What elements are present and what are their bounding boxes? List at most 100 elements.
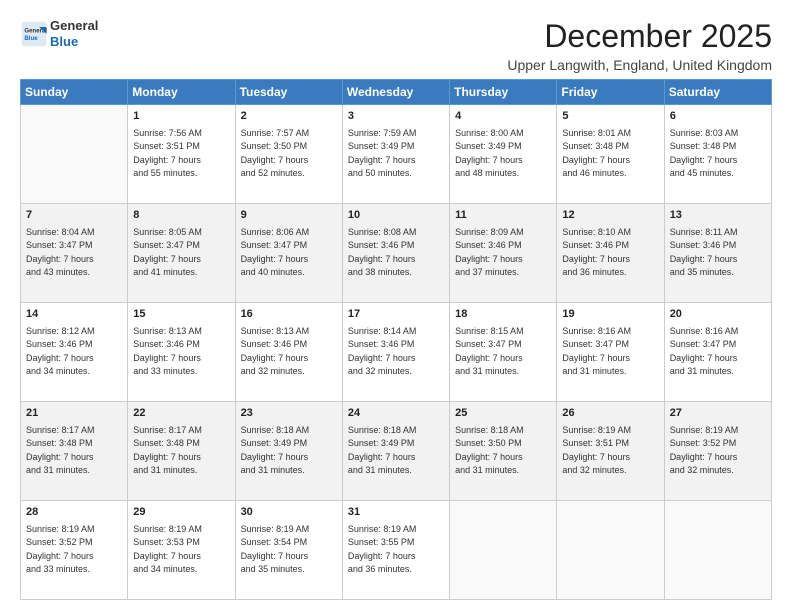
calendar-table: SundayMondayTuesdayWednesdayThursdayFrid… — [20, 79, 772, 600]
calendar-cell: 1 Sunrise: 7:56 AMSunset: 3:51 PMDaylight… — [128, 105, 235, 204]
day-number: 9 — [241, 208, 337, 224]
day-number: 4 — [455, 109, 551, 125]
day-info: Sunrise: 8:11 AMSunset: 3:46 PMDaylight:… — [670, 226, 766, 280]
day-number: 10 — [348, 208, 444, 224]
day-number: 12 — [562, 208, 658, 224]
day-info: Sunrise: 7:56 AMSunset: 3:51 PMDaylight:… — [133, 127, 229, 181]
calendar-cell — [450, 501, 557, 600]
calendar-cell: 28 Sunrise: 8:19 AMSunset: 3:52 PMDayligh… — [21, 501, 128, 600]
day-info: Sunrise: 8:03 AMSunset: 3:48 PMDaylight:… — [670, 127, 766, 181]
day-info: Sunrise: 8:08 AMSunset: 3:46 PMDaylight:… — [348, 226, 444, 280]
calendar-cell: 5 Sunrise: 8:01 AMSunset: 3:48 PMDaylight… — [557, 105, 664, 204]
day-number: 23 — [241, 406, 337, 422]
day-info: Sunrise: 8:19 AMSunset: 3:52 PMDaylight:… — [26, 523, 122, 577]
day-info: Sunrise: 8:04 AMSunset: 3:47 PMDaylight:… — [26, 226, 122, 280]
day-info: Sunrise: 8:19 AMSunset: 3:54 PMDaylight:… — [241, 523, 337, 577]
calendar-cell: 17 Sunrise: 8:14 AMSunset: 3:46 PMDayligh… — [342, 303, 449, 402]
logo-text: General Blue — [50, 18, 98, 49]
svg-text:Blue: Blue — [24, 35, 38, 42]
calendar-cell: 30 Sunrise: 8:19 AMSunset: 3:54 PMDayligh… — [235, 501, 342, 600]
day-info: Sunrise: 8:12 AMSunset: 3:46 PMDaylight:… — [26, 325, 122, 379]
day-number: 3 — [348, 109, 444, 125]
logo: General Blue General Blue — [20, 18, 98, 49]
calendar-cell: 23Sunrise: 8:18 AMSunset: 3:49 PMDayligh… — [235, 402, 342, 501]
col-header-saturday: Saturday — [664, 80, 771, 105]
calendar-cell — [21, 105, 128, 204]
day-number: 25 — [455, 406, 551, 422]
day-info: Sunrise: 8:10 AMSunset: 3:46 PMDaylight:… — [562, 226, 658, 280]
col-header-monday: Monday — [128, 80, 235, 105]
day-info: Sunrise: 8:18 AMSunset: 3:49 PMDaylight:… — [348, 424, 444, 478]
day-number: 8 — [133, 208, 229, 224]
calendar-cell: 15Sunrise: 8:13 AMSunset: 3:46 PMDayligh… — [128, 303, 235, 402]
calendar-cell: 2Sunrise: 7:57 AMSunset: 3:50 PMDaylight… — [235, 105, 342, 204]
day-number: 26 — [562, 406, 658, 422]
day-number: 7 — [26, 208, 122, 224]
day-number: 15 — [133, 307, 229, 323]
calendar-cell: 22 Sunrise: 8:17 AMSunset: 3:48 PMDayligh… — [128, 402, 235, 501]
day-info: Sunrise: 8:14 AMSunset: 3:46 PMDaylight:… — [348, 325, 444, 379]
calendar-cell: 31Sunrise: 8:19 AMSunset: 3:55 PMDayligh… — [342, 501, 449, 600]
day-number: 6 — [670, 109, 766, 125]
day-number: 17 — [348, 307, 444, 323]
day-info: Sunrise: 8:16 AMSunset: 3:47 PMDaylight:… — [670, 325, 766, 379]
day-info: Sunrise: 7:57 AMSunset: 3:50 PMDaylight:… — [241, 127, 337, 181]
day-number: 27 — [670, 406, 766, 422]
day-number: 24 — [348, 406, 444, 422]
col-header-thursday: Thursday — [450, 80, 557, 105]
calendar-cell: 13Sunrise: 8:11 AMSunset: 3:46 PMDayligh… — [664, 204, 771, 303]
day-number: 20 — [670, 307, 766, 323]
day-info: Sunrise: 8:19 AMSunset: 3:51 PMDaylight:… — [562, 424, 658, 478]
calendar-cell: 12 Sunrise: 8:10 AMSunset: 3:46 PMDayligh… — [557, 204, 664, 303]
day-number: 1 — [133, 109, 229, 125]
day-info: Sunrise: 8:19 AMSunset: 3:55 PMDaylight:… — [348, 523, 444, 577]
calendar-cell: 9Sunrise: 8:06 AMSunset: 3:47 PMDaylight… — [235, 204, 342, 303]
day-info: Sunrise: 8:19 AMSunset: 3:53 PMDaylight:… — [133, 523, 229, 577]
col-header-friday: Friday — [557, 80, 664, 105]
day-number: 22 — [133, 406, 229, 422]
day-info: Sunrise: 8:16 AMSunset: 3:47 PMDaylight:… — [562, 325, 658, 379]
location: Upper Langwith, England, United Kingdom — [507, 57, 772, 73]
day-number: 18 — [455, 307, 551, 323]
day-info: Sunrise: 8:13 AMSunset: 3:46 PMDaylight:… — [241, 325, 337, 379]
calendar-cell: 24 Sunrise: 8:18 AMSunset: 3:49 PMDayligh… — [342, 402, 449, 501]
day-info: Sunrise: 8:15 AMSunset: 3:47 PMDaylight:… — [455, 325, 551, 379]
calendar-cell: 8 Sunrise: 8:05 AMSunset: 3:47 PMDaylight… — [128, 204, 235, 303]
day-number: 5 — [562, 109, 658, 125]
day-info: Sunrise: 8:00 AMSunset: 3:49 PMDaylight:… — [455, 127, 551, 181]
day-number: 29 — [133, 505, 229, 521]
calendar-cell: 19Sunrise: 8:16 AMSunset: 3:47 PMDayligh… — [557, 303, 664, 402]
col-header-wednesday: Wednesday — [342, 80, 449, 105]
day-info: Sunrise: 7:59 AMSunset: 3:49 PMDaylight:… — [348, 127, 444, 181]
day-info: Sunrise: 8:05 AMSunset: 3:47 PMDaylight:… — [133, 226, 229, 280]
calendar-cell: 26 Sunrise: 8:19 AMSunset: 3:51 PMDayligh… — [557, 402, 664, 501]
calendar-cell: 6 Sunrise: 8:03 AMSunset: 3:48 PMDaylight… — [664, 105, 771, 204]
calendar-cell: 4 Sunrise: 8:00 AMSunset: 3:49 PMDaylight… — [450, 105, 557, 204]
day-info: Sunrise: 8:18 AMSunset: 3:50 PMDaylight:… — [455, 424, 551, 478]
day-number: 21 — [26, 406, 122, 422]
calendar-cell: 14 Sunrise: 8:12 AMSunset: 3:46 PMDayligh… — [21, 303, 128, 402]
day-info: Sunrise: 8:09 AMSunset: 3:46 PMDaylight:… — [455, 226, 551, 280]
logo-icon: General Blue — [20, 20, 48, 48]
calendar-cell — [664, 501, 771, 600]
calendar-cell: 3 Sunrise: 7:59 AMSunset: 3:49 PMDaylight… — [342, 105, 449, 204]
calendar-cell: 7 Sunrise: 8:04 AMSunset: 3:47 PMDaylight… — [21, 204, 128, 303]
calendar-cell: 18 Sunrise: 8:15 AMSunset: 3:47 PMDayligh… — [450, 303, 557, 402]
day-number: 30 — [241, 505, 337, 521]
day-info: Sunrise: 8:01 AMSunset: 3:48 PMDaylight:… — [562, 127, 658, 181]
header: General Blue General Blue December 2025 … — [20, 18, 772, 73]
calendar-cell: 16 Sunrise: 8:13 AMSunset: 3:46 PMDayligh… — [235, 303, 342, 402]
day-number: 14 — [26, 307, 122, 323]
col-header-sunday: Sunday — [21, 80, 128, 105]
calendar-cell: 29 Sunrise: 8:19 AMSunset: 3:53 PMDayligh… — [128, 501, 235, 600]
day-info: Sunrise: 8:17 AMSunset: 3:48 PMDaylight:… — [133, 424, 229, 478]
calendar-cell: 25 Sunrise: 8:18 AMSunset: 3:50 PMDayligh… — [450, 402, 557, 501]
day-number: 11 — [455, 208, 551, 224]
calendar-cell: 21 Sunrise: 8:17 AMSunset: 3:48 PMDayligh… — [21, 402, 128, 501]
day-info: Sunrise: 8:17 AMSunset: 3:48 PMDaylight:… — [26, 424, 122, 478]
day-number: 28 — [26, 505, 122, 521]
page: General Blue General Blue December 2025 … — [0, 0, 792, 612]
day-number: 16 — [241, 307, 337, 323]
calendar-cell: 11 Sunrise: 8:09 AMSunset: 3:46 PMDayligh… — [450, 204, 557, 303]
calendar-cell: 27Sunrise: 8:19 AMSunset: 3:52 PMDayligh… — [664, 402, 771, 501]
